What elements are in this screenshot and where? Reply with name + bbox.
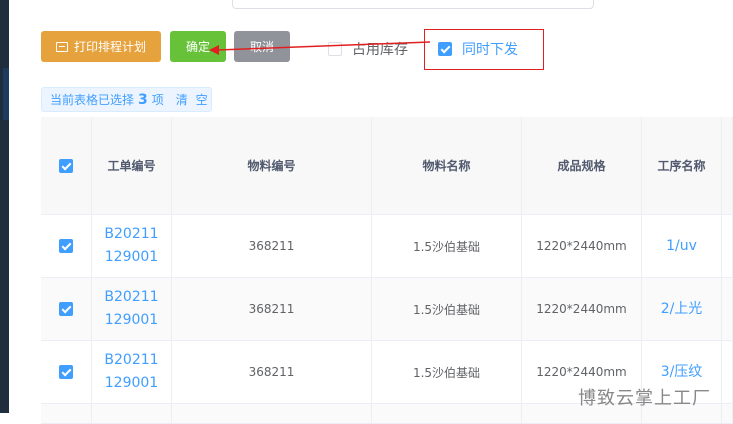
schedule-table: 工单编号 物料编号 物料名称 成品规格 工序名称 B20211129001 36… — [41, 117, 733, 424]
process-cell: 1/uv — [642, 215, 722, 277]
row-checkbox[interactable] — [59, 302, 73, 316]
row-checkbox[interactable] — [59, 239, 73, 253]
side-nav-strip — [0, 0, 9, 413]
header-spec: 成品规格 — [522, 117, 642, 214]
process-link[interactable]: 2/上光 — [661, 298, 703, 321]
material-no-cell — [172, 404, 372, 423]
more-cell — [722, 341, 733, 403]
select-all-checkbox[interactable] — [59, 158, 73, 173]
selection-count: 3 — [138, 91, 148, 108]
print-schedule-label: 打印排程计划 — [73, 40, 146, 54]
selection-suffix: 项 — [151, 93, 164, 107]
process-cell: 2/上光 — [642, 278, 722, 340]
header-select-all-cell — [41, 117, 92, 214]
row-checkbox[interactable] — [59, 365, 73, 379]
material-no-cell: 368211 — [172, 215, 372, 277]
material-no-cell: 368211 — [172, 341, 372, 403]
print-schedule-button[interactable]: 打印排程计划 — [41, 31, 161, 62]
table-row[interactable]: B20211129001 368211 1.5沙伯基础 1220*2440mm … — [41, 215, 733, 278]
row-select-cell — [41, 404, 92, 423]
order-no-cell: B20211129001 — [92, 215, 172, 277]
header-more-column — [722, 117, 733, 214]
row-select-cell — [41, 278, 92, 340]
more-cell — [722, 278, 733, 340]
spec-cell: 1220*2440mm — [522, 215, 642, 277]
header-material-no: 物料编号 — [172, 117, 372, 214]
watermark-text: 博致云掌上工厂 — [578, 388, 711, 409]
spec-cell: 1220*2440mm — [522, 278, 642, 340]
header-process: 工序名称 — [642, 117, 722, 214]
order-no-cell: B20211129001 — [92, 278, 172, 340]
selection-info-bar: 当前表格已选择 3 项 清 空 — [41, 87, 212, 112]
order-no-cell: B20211129001 — [92, 341, 172, 403]
table-header-row: 工单编号 物料编号 物料名称 成品规格 工序名称 — [41, 117, 733, 215]
order-no-link[interactable]: B20211129001 — [104, 349, 160, 395]
material-name-cell: 1.5沙伯基础 — [372, 278, 522, 340]
header-material-name: 物料名称 — [372, 117, 522, 214]
material-name-cell: 1.5沙伯基础 — [372, 215, 522, 277]
row-select-cell — [41, 341, 92, 403]
watermark: 博致云掌上工厂 — [578, 384, 711, 410]
header-order-no: 工单编号 — [92, 117, 172, 214]
row-select-cell — [41, 215, 92, 277]
material-no-cell: 368211 — [172, 278, 372, 340]
printer-icon — [55, 41, 68, 52]
selection-prefix: 当前表格已选择 — [50, 93, 135, 107]
process-link[interactable]: 3/压纹 — [661, 361, 703, 384]
more-cell — [722, 215, 733, 277]
material-name-cell — [372, 404, 522, 423]
filter-input[interactable] — [232, 0, 594, 9]
material-name-cell: 1.5沙伯基础 — [372, 341, 522, 403]
process-link[interactable]: 1/uv — [666, 235, 697, 258]
more-cell — [722, 404, 733, 423]
clear-selection-link[interactable]: 清 空 — [176, 91, 210, 108]
annotation-arrow — [209, 41, 431, 55]
table-row[interactable]: B20211129001 368211 1.5沙伯基础 1220*2440mm … — [41, 278, 733, 341]
order-no-cell — [92, 404, 172, 423]
order-no-link[interactable]: B20211129001 — [104, 223, 160, 269]
annotation-highlight-box — [424, 29, 544, 70]
order-no-link[interactable]: B20211129001 — [104, 286, 160, 332]
side-nav-active-marker — [3, 68, 9, 120]
